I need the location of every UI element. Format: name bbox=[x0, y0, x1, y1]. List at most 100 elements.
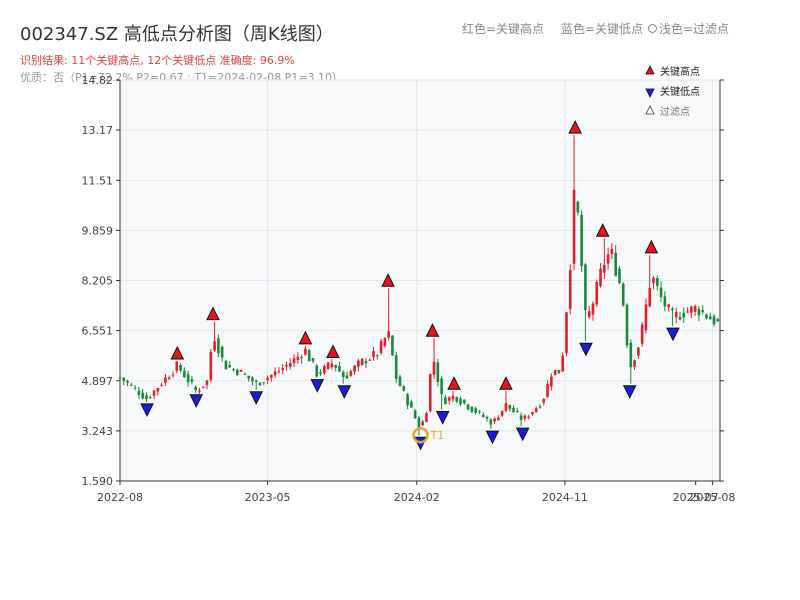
candle-body bbox=[357, 360, 360, 367]
candle-body bbox=[413, 410, 417, 419]
candle-body bbox=[572, 189, 576, 264]
candle-body bbox=[220, 346, 224, 358]
candle-body bbox=[531, 412, 534, 415]
candle-body bbox=[500, 410, 504, 416]
candle-body bbox=[122, 377, 126, 382]
candle-body bbox=[334, 364, 337, 368]
candle-body bbox=[659, 287, 663, 297]
candle-body bbox=[300, 357, 303, 359]
candle-body bbox=[478, 411, 481, 413]
candle-body bbox=[368, 359, 372, 361]
candle-body bbox=[292, 358, 296, 363]
y-tick-label: 6.551 bbox=[82, 325, 114, 338]
candle-body bbox=[671, 308, 674, 311]
candle-body bbox=[133, 387, 137, 389]
candle-body bbox=[175, 361, 179, 371]
candle-body bbox=[217, 338, 220, 354]
y-tick-label: 1.590 bbox=[82, 475, 114, 488]
candle-body bbox=[693, 305, 697, 312]
candle-body bbox=[466, 404, 470, 410]
candle-body bbox=[148, 397, 152, 399]
candle-body bbox=[633, 360, 636, 367]
candle-body bbox=[164, 377, 167, 383]
candle-body bbox=[614, 252, 617, 276]
candle-body bbox=[126, 380, 129, 383]
candle-body bbox=[391, 335, 394, 356]
y-tick-label: 11.51 bbox=[82, 174, 114, 187]
candle-body bbox=[387, 331, 390, 338]
candle-body bbox=[243, 374, 247, 376]
x-tick-label: 2025-07 bbox=[673, 491, 719, 504]
candle-body bbox=[156, 388, 160, 392]
candle-body bbox=[603, 264, 606, 273]
candle-body bbox=[326, 362, 330, 369]
candle-body bbox=[436, 362, 440, 382]
legend-low-label: 关键低点 bbox=[660, 85, 700, 98]
candle-body bbox=[270, 374, 273, 378]
candle-body bbox=[655, 277, 659, 286]
candle-body bbox=[663, 296, 667, 307]
candle-body bbox=[251, 377, 254, 382]
candle-body bbox=[341, 371, 345, 378]
candle-body bbox=[447, 397, 451, 401]
candle-body bbox=[686, 311, 689, 313]
candle-body bbox=[591, 303, 595, 315]
candle-body bbox=[568, 269, 572, 309]
candle-body bbox=[198, 390, 201, 392]
candle-body bbox=[493, 418, 496, 422]
candle-body bbox=[508, 404, 512, 409]
candle-body bbox=[410, 401, 413, 408]
x-tick-label: 2024-11 bbox=[542, 491, 588, 504]
candle-body bbox=[179, 365, 182, 371]
y-tick-label: 9.859 bbox=[82, 224, 114, 237]
candle-body bbox=[599, 268, 602, 286]
candle-body bbox=[190, 379, 194, 382]
candle-body bbox=[489, 419, 493, 425]
candle-body bbox=[648, 287, 652, 307]
candle-body bbox=[360, 358, 364, 365]
candle-body bbox=[383, 337, 387, 346]
t1-label: T1 bbox=[430, 429, 445, 442]
candle-body bbox=[674, 312, 678, 318]
candle-body bbox=[425, 413, 428, 423]
candle-body bbox=[402, 386, 406, 391]
y-tick-label: 13.17 bbox=[82, 124, 114, 137]
candle-body bbox=[515, 411, 519, 413]
candle-body bbox=[171, 374, 175, 376]
candle-body bbox=[455, 397, 459, 402]
candle-body bbox=[519, 415, 523, 420]
legend-high-label: 关键高点 bbox=[660, 65, 700, 78]
candle-body bbox=[534, 408, 538, 412]
candle-body bbox=[311, 358, 315, 362]
candle-body bbox=[307, 350, 311, 362]
candle-body bbox=[701, 310, 705, 313]
candle-body bbox=[432, 361, 436, 375]
candle-body bbox=[379, 340, 383, 353]
candle-body bbox=[440, 378, 443, 395]
candle-body bbox=[644, 304, 648, 331]
candle-body bbox=[580, 214, 583, 267]
candle-body bbox=[315, 365, 319, 377]
candle-body bbox=[145, 395, 148, 400]
candle-body bbox=[690, 306, 693, 313]
candle-body bbox=[319, 372, 322, 374]
candle-body bbox=[228, 365, 232, 368]
candle-body bbox=[372, 351, 375, 358]
candle-body bbox=[485, 416, 489, 419]
candle-body bbox=[183, 370, 186, 378]
candle-body bbox=[394, 355, 398, 379]
x-tick-label: 2023-05 bbox=[245, 491, 291, 504]
candle-body bbox=[209, 352, 213, 380]
candle-body bbox=[553, 370, 557, 375]
candle-body bbox=[137, 390, 141, 396]
candle-body bbox=[205, 380, 209, 385]
candle-body bbox=[262, 382, 266, 384]
candle-body bbox=[213, 341, 216, 351]
candle-body bbox=[697, 308, 701, 316]
candle-body bbox=[130, 384, 133, 386]
candle-body bbox=[652, 277, 655, 284]
x-tick-label: 2024-02 bbox=[394, 491, 440, 504]
candle-body bbox=[561, 355, 565, 372]
candle-body bbox=[247, 375, 250, 379]
candle-body bbox=[716, 319, 720, 322]
